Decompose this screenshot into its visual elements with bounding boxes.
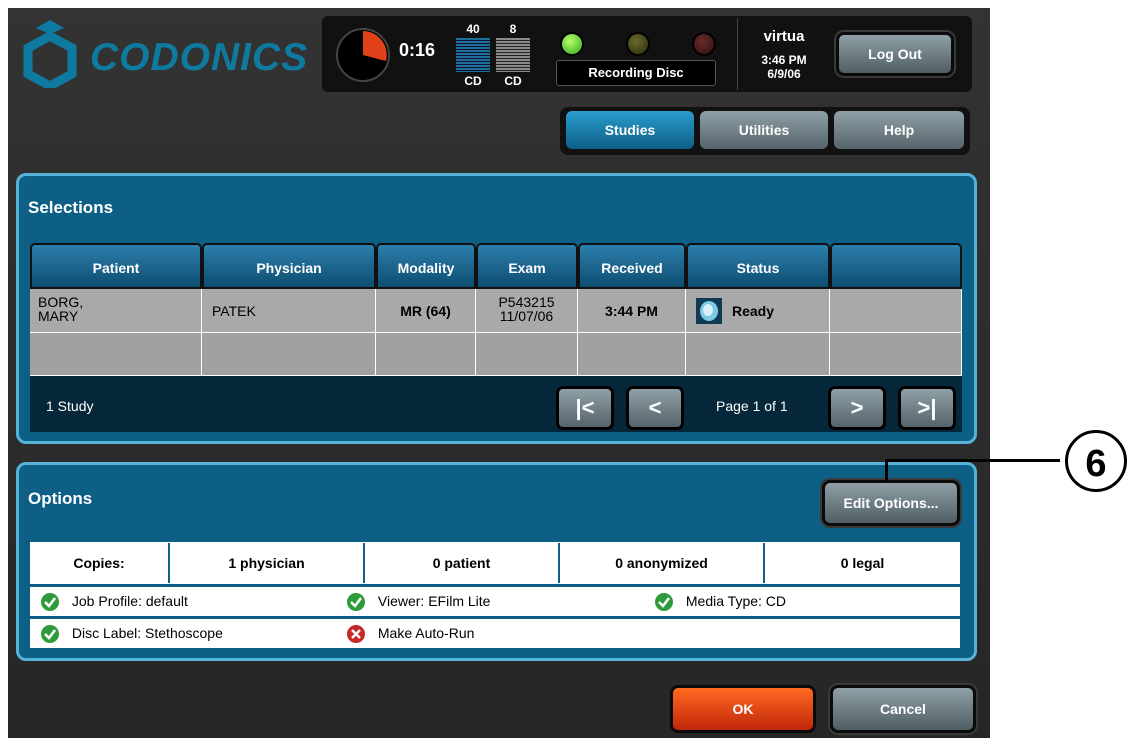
auto-run-item: Make Auto-Run [346, 624, 474, 644]
checkmark-icon [41, 625, 59, 643]
tab-studies[interactable]: Studies [566, 111, 694, 149]
ok-button[interactable]: OK [670, 685, 816, 733]
red-status-led-icon [692, 32, 716, 56]
yellow-status-led-icon [626, 32, 650, 56]
logout-button[interactable]: Log Out [836, 32, 954, 76]
empty-cell [376, 333, 476, 376]
options-row-1: Job Profile: default Viewer: EFilm Lite … [30, 587, 960, 616]
callout-leader-tick [885, 459, 888, 481]
empty-cell [830, 333, 962, 376]
table-row[interactable]: BORG, MARY PATEK MR (64) P543215 11/07/0… [30, 289, 962, 333]
media-type-item: Media Type: CD [654, 592, 786, 612]
col-header-physician[interactable]: Physician [202, 243, 376, 289]
empty-cell [476, 333, 578, 376]
viewer-item: Viewer: EFilm Lite [346, 592, 490, 612]
checkmark-icon [41, 593, 59, 611]
checkmark-icon [347, 593, 365, 611]
col-header-patient[interactable]: Patient [30, 243, 202, 289]
copies-legal: 0 legal [765, 543, 960, 583]
cd-stack-grey-icon [496, 38, 530, 72]
user-name: virtua [763, 28, 805, 45]
cell-received: 3:44 PM [578, 289, 686, 333]
green-status-led-icon [560, 32, 584, 56]
main-tabs: Studies Utilities Help [560, 107, 970, 155]
copies-label: Copies: [30, 543, 170, 583]
job-profile-item: Job Profile: default [40, 592, 188, 612]
first-page-button[interactable]: |< [556, 386, 614, 430]
stack1-label: CD [464, 74, 482, 88]
tab-help[interactable]: Help [834, 111, 964, 149]
user-info: virtua 3:46 PM 6/9/06 [737, 18, 830, 90]
options-title: Options [28, 489, 93, 508]
timer-dial-icon [336, 28, 390, 82]
mri-head-icon [696, 298, 722, 324]
options-row-2: Disc Label: Stethoscope Make Auto-Run [30, 619, 960, 648]
callout-leader-line [885, 459, 1060, 462]
timer-readout: 0:16 [399, 40, 436, 60]
stack1-count: 40 [466, 22, 480, 36]
empty-cell [30, 333, 202, 376]
selections-title: Selections [28, 198, 114, 217]
callout-number: 6 [1065, 430, 1127, 492]
col-header-received[interactable]: Received [578, 243, 686, 289]
x-circle-icon [347, 625, 365, 643]
codonics-logo-icon [23, 20, 77, 88]
table-footer [30, 376, 962, 432]
table-row-empty [30, 333, 962, 376]
empty-cell [578, 333, 686, 376]
tab-utilities[interactable]: Utilities [700, 111, 828, 149]
prev-page-button[interactable]: < [626, 386, 684, 430]
disc-label-item: Disc Label: Stethoscope [40, 624, 223, 644]
checkmark-icon [655, 593, 673, 611]
clock-date: 6/9/06 [767, 67, 801, 81]
next-page-button[interactable]: > [828, 386, 886, 430]
col-header-exam[interactable]: Exam [476, 243, 578, 289]
cell-status: Ready [686, 289, 830, 333]
clock-time: 3:46 PM [761, 53, 807, 67]
col-header-status[interactable]: Status [686, 243, 830, 289]
cell-exam: P543215 11/07/06 [476, 289, 578, 333]
cancel-button[interactable]: Cancel [830, 685, 976, 733]
copies-physician: 1 physician [170, 543, 365, 583]
brand-name: CODONICS [90, 36, 309, 79]
stack2-label: CD [504, 74, 522, 88]
recording-status: Recording Disc [556, 60, 716, 86]
cell-patient: BORG, MARY [30, 289, 202, 333]
cell-physician: PATEK [202, 289, 376, 333]
last-page-button[interactable]: >| [898, 386, 956, 430]
study-count: 1 Study [46, 398, 94, 414]
col-header-blank [830, 243, 962, 289]
copies-patient: 0 patient [365, 543, 560, 583]
clock: 3:46 PM 6/9/06 [738, 53, 830, 81]
cell-modality: MR (64) [376, 289, 476, 333]
cd-stack-blue-icon [456, 38, 490, 72]
copies-anonymized: 0 anonymized [560, 543, 765, 583]
page-indicator: Page 1 of 1 [716, 398, 788, 414]
edit-options-button[interactable]: Edit Options... [822, 480, 960, 526]
cell-blank [830, 289, 962, 333]
col-header-modality[interactable]: Modality [376, 243, 476, 289]
empty-cell [202, 333, 376, 376]
copies-row: Copies: 1 physician 0 patient 0 anonymiz… [30, 542, 960, 584]
empty-cell [686, 333, 830, 376]
stack2-count: 8 [509, 22, 517, 36]
status-text: Ready [732, 303, 775, 319]
